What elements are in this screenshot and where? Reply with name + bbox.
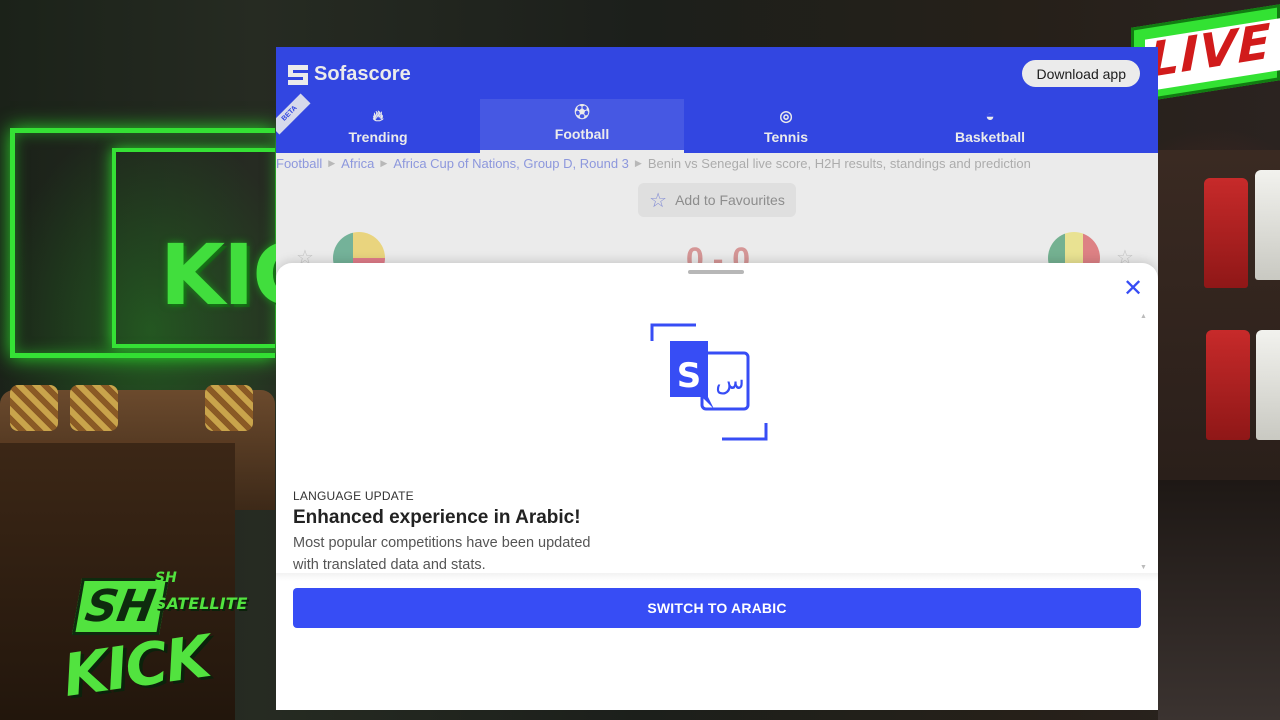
modal-eyebrow: LANGUAGE UPDATE	[293, 489, 414, 503]
illustration-arabic-letter: س	[715, 367, 744, 395]
sh-logo-kick: KICK	[58, 622, 214, 710]
modal-title: Enhanced experience in Arabic!	[293, 507, 581, 528]
sh-logo-satellite: SATELLITE	[155, 594, 248, 613]
switch-to-arabic-button[interactable]: SWITCH TO ARABIC	[293, 588, 1141, 628]
modal-divider	[276, 573, 1158, 581]
cushion	[10, 385, 58, 431]
jersey-red	[1204, 178, 1248, 288]
jersey-white	[1255, 170, 1280, 280]
scroll-down-icon[interactable]: ▼	[1140, 564, 1147, 571]
drag-handle[interactable]	[688, 270, 744, 274]
jersey-white	[1256, 330, 1280, 440]
jersey-red	[1206, 330, 1250, 440]
translate-illustration-icon: S س	[650, 323, 768, 441]
cushion	[205, 385, 253, 431]
close-icon[interactable]: ✕	[1122, 275, 1144, 302]
sh-satellite-kick-logo: SH SH SATELLITE KICK	[55, 570, 247, 720]
cushion	[70, 385, 118, 431]
modal-body: Most popular competitions have been upda…	[293, 535, 591, 573]
illustration-latin-letter: S	[677, 356, 702, 396]
language-update-modal: ✕ ▲ ▼ S س LANGUAGE UPDATE Enhanced exper…	[276, 263, 1158, 710]
modal-scrollbar[interactable]: ▲ ▼	[1140, 313, 1148, 571]
sh-logo-small: SH	[155, 570, 177, 586]
scroll-up-icon[interactable]: ▲	[1140, 313, 1147, 320]
sofascore-page: Sofascore Download app BETA 🔥︎ Trending …	[276, 47, 1158, 710]
floor	[1158, 480, 1280, 720]
